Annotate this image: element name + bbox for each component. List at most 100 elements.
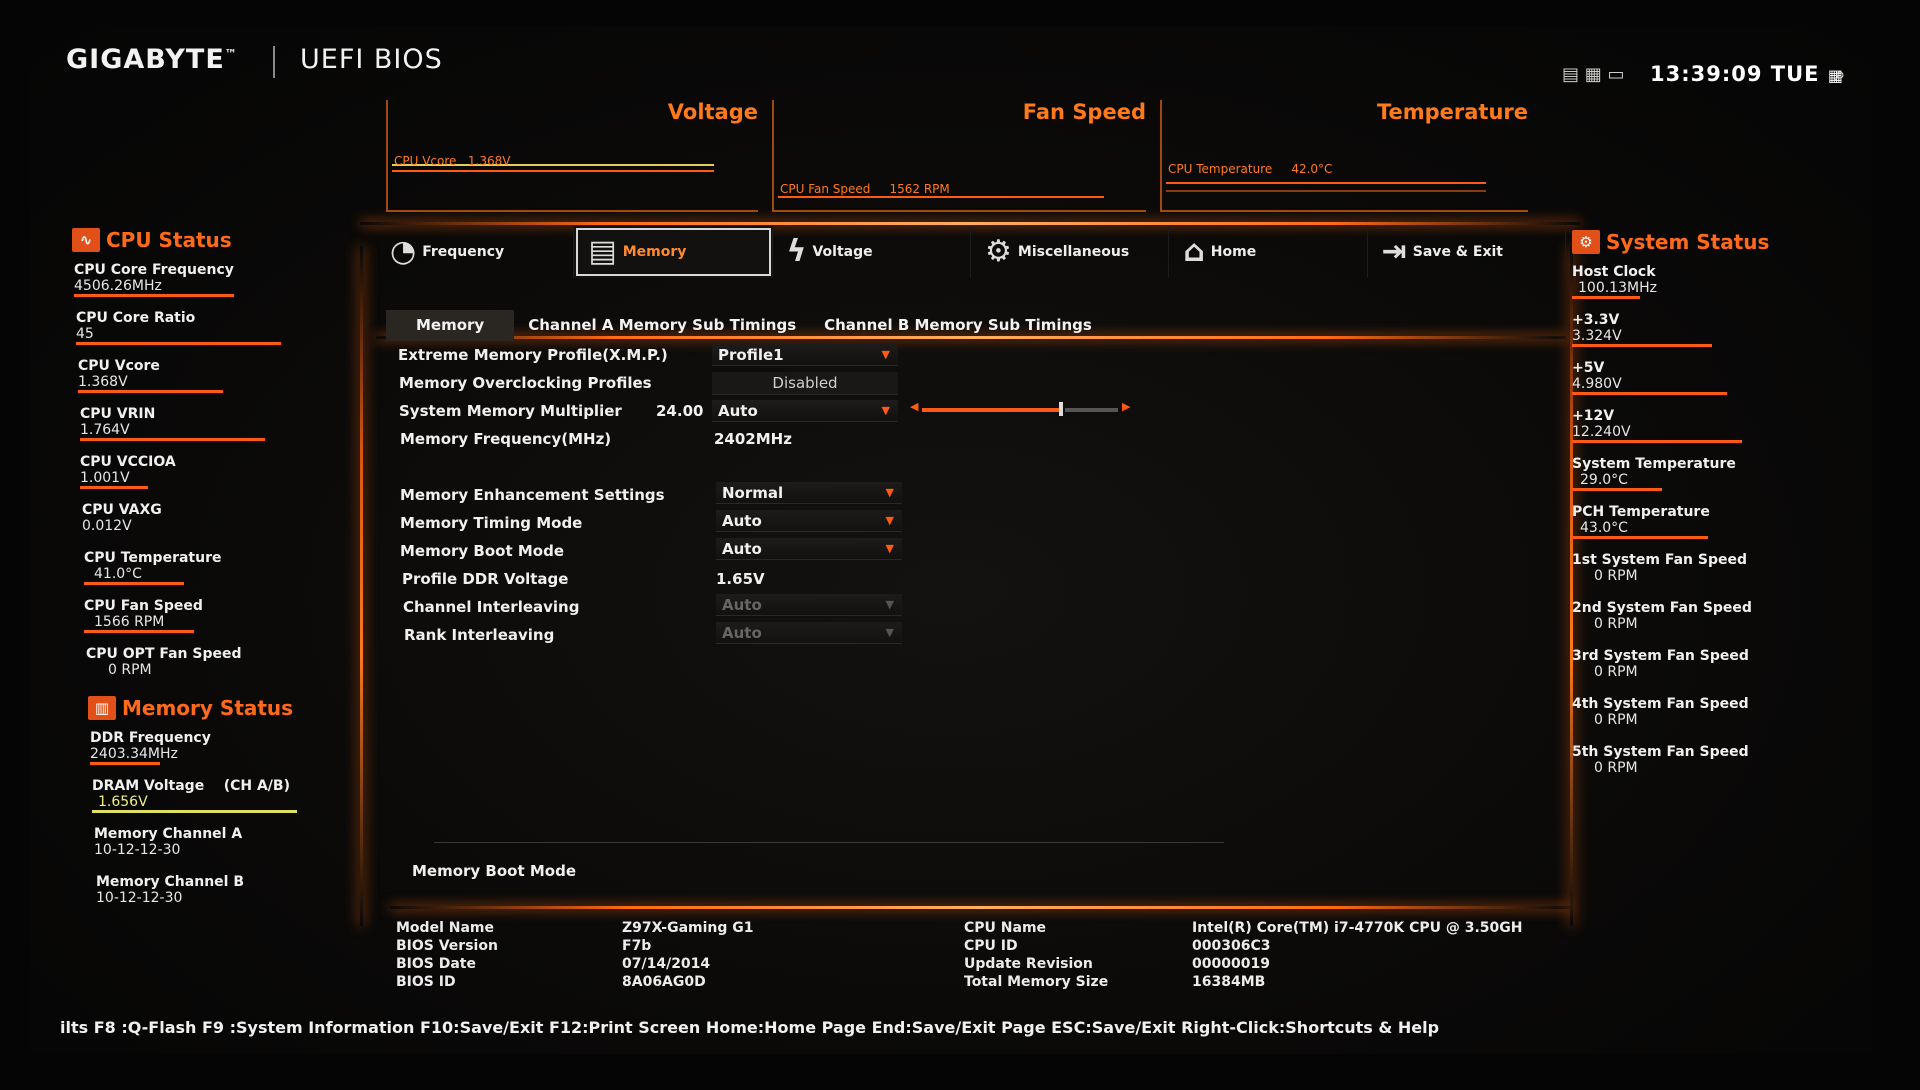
fan-speed-monitor-title: Fan Speed	[1022, 100, 1146, 124]
voltage-graph-label: CPU Vcore 1.368V	[394, 154, 511, 168]
cpu-core-ratio: CPU Core Ratio 45	[76, 310, 281, 345]
xmp-select[interactable]: Profile1 ▼	[712, 344, 898, 366]
subtab-memory[interactable]: Memory	[386, 310, 515, 341]
voltage-5v: +5V 4.980V	[1572, 360, 1727, 395]
brand-logo: GIGABYTE™	[66, 44, 238, 75]
cpu-vaxg: CPU VAXG 0.012V	[82, 502, 162, 534]
tab-save-exit[interactable]: ⇥ Save & Exit	[1368, 226, 1566, 278]
system-status-header: ⚙ System Status	[1572, 230, 1769, 254]
system-temperature: System Temperature 29.0°C	[1572, 456, 1736, 491]
multiplier-slider-handle[interactable]	[1059, 402, 1063, 416]
channel-interleaving-select: Auto ▼	[716, 594, 902, 616]
help-text: Memory Boot Mode	[412, 862, 577, 880]
bios-id-label: BIOS ID	[396, 974, 456, 990]
boot-mode-label: Memory Boot Mode	[400, 542, 565, 560]
sub-tabs: Memory Channel A Memory Sub Timings Chan…	[386, 310, 1106, 341]
multiplier-label: System Memory Multiplier	[399, 402, 622, 420]
dropdown-arrow-icon: ▼	[881, 404, 890, 417]
system-fan-3: 3rd System Fan Speed 0 RPM	[1572, 648, 1749, 680]
ddr-frequency: DDR Frequency 2403.34MHz	[90, 730, 211, 765]
frequency-icon: ◔	[390, 234, 417, 269]
channel-interleaving-label: Channel Interleaving	[403, 598, 580, 616]
model-name-label: Model Name	[396, 920, 494, 936]
slider-left-arrow-icon[interactable]: ◀	[910, 400, 918, 413]
multiplier-select[interactable]: Auto ▼	[712, 400, 898, 422]
fan-speed-graph-line	[778, 196, 1104, 198]
grid-icon[interactable]: ▦	[1585, 64, 1602, 85]
host-clock: Host Clock 100.13MHz	[1572, 264, 1657, 299]
voltage-icon: ϟ	[786, 234, 807, 269]
voltage-monitor-title: Voltage	[667, 100, 758, 124]
voltage-3v3: +3.3V 3.324V	[1572, 312, 1712, 347]
ddr-voltage-label: Profile DDR Voltage	[402, 570, 569, 588]
rank-interleaving-label: Rank Interleaving	[404, 626, 555, 644]
memory-channel-b: Memory Channel B 10-12-12-30	[96, 874, 244, 906]
window-icon[interactable]: ▭	[1608, 64, 1625, 85]
bios-id-value: 8A06AG0D	[622, 974, 706, 990]
multiplier-slider-track[interactable]	[1065, 408, 1118, 412]
bios-version-label: BIOS Version	[396, 938, 498, 954]
fan-speed-monitor-panel: Fan Speed CPU Fan Speed 1562 RPM	[772, 100, 1146, 212]
model-name-value: Z97X-Gaming G1	[622, 920, 754, 936]
product-title: UEFI BIOS	[300, 44, 443, 75]
system-fan-4: 4th System Fan Speed 0 RPM	[1572, 696, 1749, 728]
timing-mode-label: Memory Timing Mode	[400, 514, 583, 532]
bios-screen: GIGABYTE™ UEFI BIOS ▤ ▦ ▭ 13:39:09 TUE ▦…	[30, 26, 1872, 1054]
tab-voltage[interactable]: ϟ Voltage	[773, 226, 971, 278]
voltage-monitor-panel: Voltage CPU Vcore 1.368V	[386, 100, 758, 212]
rank-interleaving-select: Auto ▼	[716, 622, 902, 644]
slider-right-arrow-icon[interactable]: ▶	[1122, 400, 1130, 413]
cpu-vcore: CPU Vcore 1.368V	[78, 358, 223, 393]
info-top-glow	[390, 906, 1570, 909]
temperature-graph-baseline	[1166, 190, 1486, 192]
temperature-monitor-panel: Temperature CPU Temperature 42.0°C	[1160, 100, 1528, 212]
xmp-label: Extreme Memory Profile(X.M.P.)	[398, 346, 668, 364]
temperature-monitor-title: Temperature	[1376, 100, 1528, 124]
cpu-temperature: CPU Temperature 41.0°C	[84, 550, 221, 585]
temperature-graph-label: CPU Temperature 42.0°C	[1168, 162, 1333, 176]
total-memory-value: 16384MB	[1192, 974, 1266, 990]
enhancement-select[interactable]: Normal ▼	[716, 482, 902, 504]
tab-miscellaneous[interactable]: ⚙ Miscellaneous	[971, 226, 1170, 278]
total-memory-label: Total Memory Size	[964, 974, 1109, 990]
memory-icon: ▤	[588, 234, 617, 269]
multiplier-current: 24.00	[656, 402, 704, 420]
tab-top-glow	[360, 222, 1580, 225]
view-mode-icons[interactable]: ▤ ▦ ▭	[1562, 64, 1625, 85]
left-edge-glow	[360, 246, 363, 926]
frequency-value: 2402MHz	[714, 430, 792, 448]
update-revision-label: Update Revision	[964, 956, 1093, 972]
home-icon: ⌂	[1183, 234, 1205, 269]
boot-mode-select[interactable]: Auto ▼	[716, 538, 902, 560]
memory-channel-a: Memory Channel A 10-12-12-30	[94, 826, 243, 858]
voltage-graph-baseline	[392, 170, 714, 172]
right-edge-glow	[1570, 246, 1573, 926]
voltage-12v: +12V 12.240V	[1572, 408, 1742, 443]
moc-button[interactable]: Disabled	[712, 372, 898, 395]
cpu-name-value: Intel(R) Core(TM) i7-4770K CPU @ 3.50GH	[1192, 920, 1523, 936]
help-divider	[434, 842, 1224, 843]
bios-date-value: 07/14/2014	[622, 956, 711, 972]
clock: 13:39:09 TUE ▦	[1650, 62, 1844, 86]
tab-home[interactable]: ⌂ Home	[1169, 226, 1368, 278]
dropdown-arrow-icon: ▼	[885, 514, 894, 527]
cpu-status-header: ∿ CPU Status	[72, 228, 232, 252]
tab-frequency[interactable]: ◔ Frequency	[376, 226, 575, 278]
cpu-fan-speed: CPU Fan Speed 1566 RPM	[84, 598, 203, 633]
dropdown-arrow-icon: ▼	[885, 598, 894, 611]
brand-divider	[273, 46, 275, 78]
system-fan-2: 2nd System Fan Speed 0 RPM	[1572, 600, 1752, 632]
subtab-channel-a-timings[interactable]: Channel A Memory Sub Timings	[514, 310, 810, 341]
layout-icon[interactable]: ▤	[1562, 64, 1579, 85]
cpu-vrin: CPU VRIN 1.764V	[80, 406, 265, 441]
cpu-id-value: 000306C3	[1192, 938, 1271, 954]
multiplier-slider-fill[interactable]	[922, 408, 1059, 412]
system-fan-5: 5th System Fan Speed 0 RPM	[1572, 744, 1749, 776]
tab-memory[interactable]: ▤ Memory	[574, 226, 773, 278]
search-icon[interactable]: ⌕	[1834, 62, 1846, 87]
cpu-id-label: CPU ID	[964, 938, 1018, 954]
update-revision-value: 00000019	[1192, 956, 1270, 972]
cpu-core-frequency: CPU Core Frequency 4506.26MHz	[74, 262, 234, 297]
subtab-channel-b-timings[interactable]: Channel B Memory Sub Timings	[810, 310, 1106, 341]
timing-mode-select[interactable]: Auto ▼	[716, 510, 902, 532]
